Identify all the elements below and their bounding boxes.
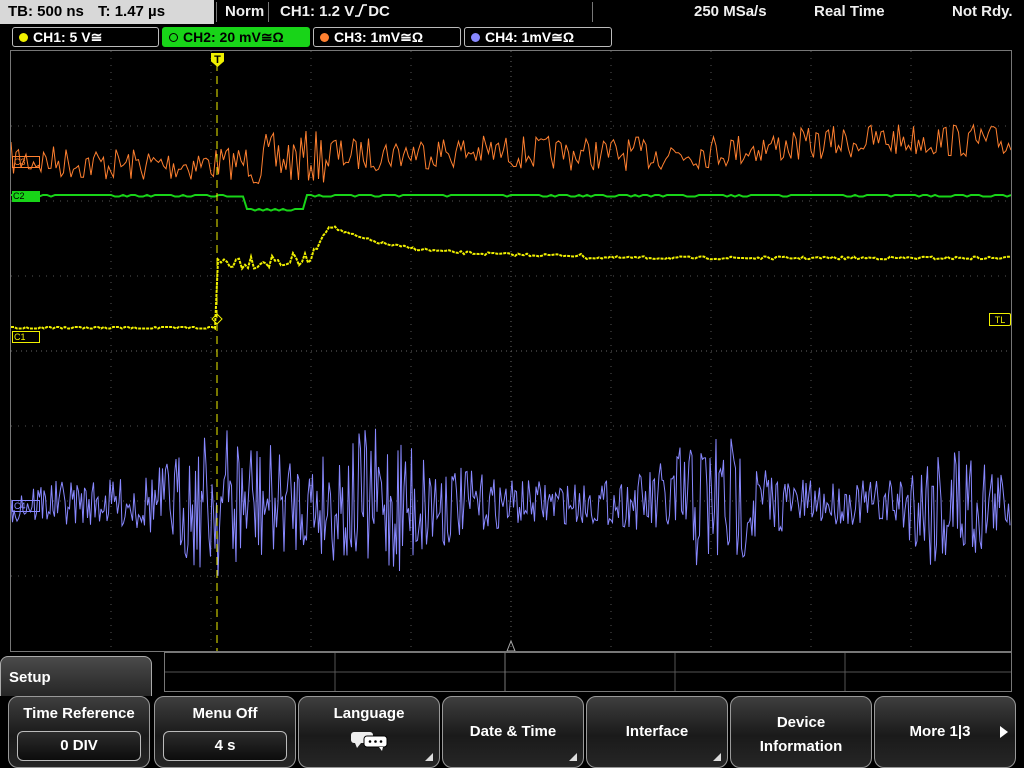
trigger-level-marker[interactable]: TL <box>989 313 1011 326</box>
status-bar: TB: 500 ns T: 1.47 µs Norm CH1: 1.2 V DC … <box>0 0 1024 24</box>
channel-4-coupling: ≅Ω <box>551 29 575 45</box>
submenu-indicator-icon <box>569 753 577 761</box>
device-information-line2: Information <box>759 738 843 755</box>
speech-bubbles-icon <box>351 732 388 751</box>
date-time-label: Date & Time <box>469 723 557 740</box>
interface-label: Interface <box>625 723 689 740</box>
acquisition-mode: Real Time <box>814 3 885 20</box>
device-information-line1: Device <box>776 714 826 731</box>
channel-1-coupling: ≅ <box>90 29 103 45</box>
menu-off-softkey[interactable]: Menu Off 4 s <box>154 696 296 768</box>
ch2-waveform <box>11 193 1011 212</box>
channel-1-dot-icon <box>19 33 28 42</box>
rising-edge-icon <box>355 4 368 17</box>
channel-1-label: CH1: 5 V <box>33 29 91 45</box>
menu-off-label: Menu Off <box>192 705 258 722</box>
time-reference-value: 0 DIV <box>17 731 141 761</box>
submenu-indicator-icon <box>425 753 433 761</box>
trigger-mode[interactable]: Norm <box>225 0 264 24</box>
trigger-time-value: T: 1.47 µs <box>98 3 166 20</box>
language-softkey[interactable]: Language <box>298 696 440 768</box>
channel-3-label: CH3: 1mV <box>334 29 401 45</box>
timebase-value: TB: 500 ns <box>8 3 84 20</box>
ch4-level-marker[interactable]: C4 <box>12 500 40 512</box>
language-label: Language <box>333 705 405 722</box>
trigger-coupling: DC <box>368 3 390 20</box>
time-reference-softkey[interactable]: Time Reference 0 DIV <box>8 696 150 768</box>
more-softkey[interactable]: More 1|3 <box>874 696 1016 768</box>
trigger-source: CH1: 1.2 V <box>280 3 355 20</box>
channel-4-tab[interactable]: CH4: 1mV≅Ω <box>464 27 612 47</box>
ch1-level-marker[interactable]: C1 <box>12 331 40 343</box>
device-information-softkey[interactable]: Device Information <box>730 696 872 768</box>
ch4-waveform <box>11 428 1011 576</box>
channel-2-dot-icon <box>169 33 178 42</box>
time-reference-label: Time Reference <box>23 705 135 722</box>
menu-off-value: 4 s <box>163 731 287 761</box>
channel-2-tab[interactable]: CH2: 20 mV≅Ω <box>162 27 310 47</box>
channel-3-coupling: ≅Ω <box>400 29 424 45</box>
channel-4-dot-icon <box>471 33 480 42</box>
sample-rate: 250 MSa/s <box>694 3 767 20</box>
channel-4-label: CH4: 1mV <box>485 29 552 45</box>
ch3-waveform <box>11 123 1011 185</box>
channel-1-tab[interactable]: CH1: 5 V≅ <box>12 27 159 47</box>
arrow-right-icon <box>1000 726 1008 738</box>
channel-3-tab[interactable]: CH3: 1mV≅Ω <box>313 27 461 47</box>
device-information-label: Device Information <box>731 711 871 759</box>
waveform-display[interactable]: T C3 C2 C1 C4 TL <box>10 50 1012 652</box>
trigger-info[interactable]: CH1: 1.2 V DC <box>280 0 390 24</box>
separator <box>268 2 269 22</box>
overview-strip <box>164 652 1012 692</box>
acquisition-status: Not Rdy. <box>952 3 1013 20</box>
date-time-softkey[interactable]: Date & Time <box>442 696 584 768</box>
timebase-box[interactable]: TB: 500 ns T: 1.47 µs <box>0 0 214 24</box>
ch2-level-marker[interactable]: C2 <box>12 191 40 202</box>
interface-softkey[interactable]: Interface <box>586 696 728 768</box>
channel-2-coupling: ≅Ω <box>260 29 284 45</box>
channel-3-dot-icon <box>320 33 329 42</box>
graticule-center <box>11 51 1011 651</box>
separator <box>592 2 593 22</box>
menu-title: Setup <box>0 656 152 696</box>
channel-2-label: CH2: 20 mV <box>183 29 261 45</box>
separator <box>216 2 217 22</box>
more-label: More 1|3 <box>909 723 971 740</box>
ch3-level-marker[interactable]: C3 <box>12 156 40 168</box>
submenu-indicator-icon <box>713 753 721 761</box>
